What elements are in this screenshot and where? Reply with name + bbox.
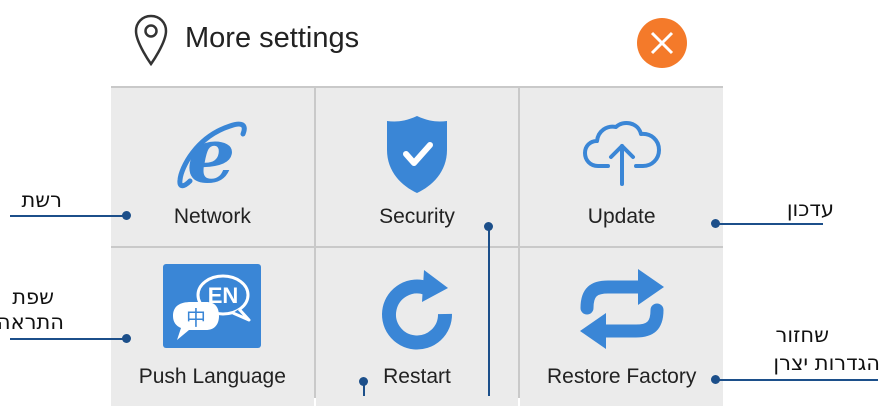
annotation-alert-language-2: התראה xyxy=(0,310,64,334)
language-icon: EN 中 xyxy=(163,264,262,348)
push-language-label: Push Language xyxy=(138,365,286,388)
update-label: Update xyxy=(587,205,656,228)
annotation-alert-language-1: שפת xyxy=(12,285,54,309)
restart-icon xyxy=(382,270,452,350)
close-button[interactable] xyxy=(637,18,687,68)
annotation-update: עדכון xyxy=(786,197,834,221)
callout-line-restore xyxy=(715,379,878,381)
internet-explorer-icon: e xyxy=(177,111,248,196)
annotation-network: רשת xyxy=(21,188,62,212)
shield-check-icon xyxy=(386,116,447,193)
restore-factory-label: Restore Factory xyxy=(546,365,697,388)
callout-line-security xyxy=(488,226,490,396)
callout-line-network xyxy=(10,215,126,217)
callout-dot-network xyxy=(122,211,131,220)
sync-icon xyxy=(579,269,664,349)
push-language-tile[interactable]: EN 中 Push Language xyxy=(111,248,314,406)
update-tile[interactable]: Update xyxy=(520,88,723,246)
location-pin-icon xyxy=(134,14,168,67)
close-icon xyxy=(650,31,674,55)
callout-line-restart xyxy=(363,381,365,396)
lang-zh-text: 中 xyxy=(186,306,206,330)
header-bar: More settings xyxy=(115,0,723,86)
network-tile[interactable]: e Network xyxy=(111,88,314,246)
callout-line-push-language xyxy=(10,338,126,340)
cloud-upload-icon xyxy=(582,120,661,186)
settings-grid: e Network Security Update EN 中 Push Lang… xyxy=(111,86,723,406)
callout-dot-push-language xyxy=(122,334,131,343)
svg-text:e: e xyxy=(187,111,235,196)
page-title: More settings xyxy=(185,22,360,54)
annotation-restore-1: שחזור xyxy=(775,323,829,347)
network-label: Network xyxy=(173,205,251,228)
restore-factory-tile[interactable]: Restore Factory xyxy=(520,248,723,406)
callout-line-update xyxy=(715,223,823,225)
annotation-restore-2: הגדרות יצרן xyxy=(773,351,880,375)
